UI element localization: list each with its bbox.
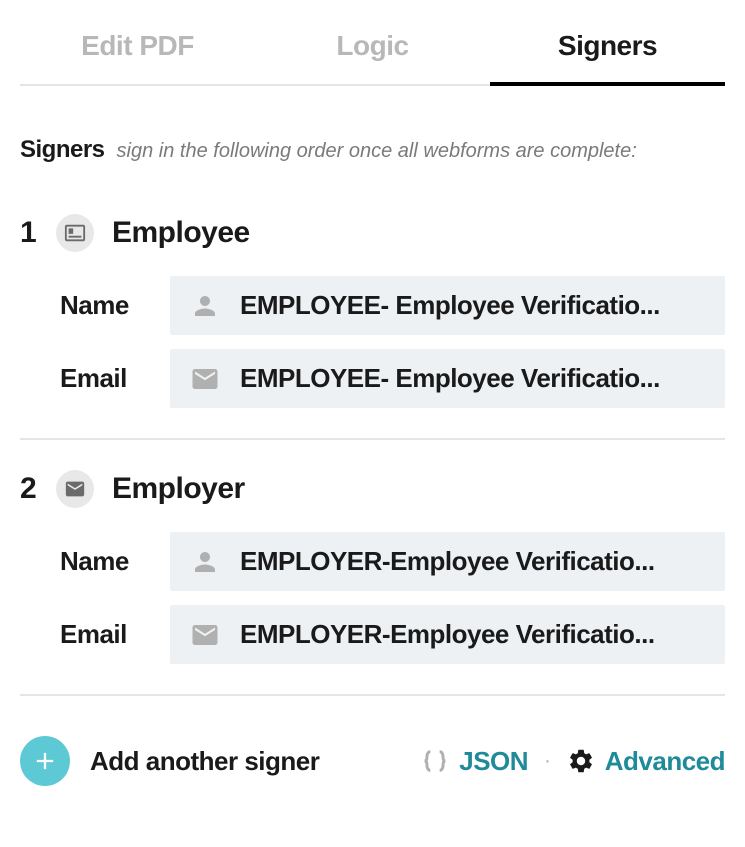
- email-field-row: Email EMPLOYEE- Employee Verificatio...: [60, 349, 725, 408]
- signer-name-label: Employer: [112, 472, 245, 506]
- divider: [20, 694, 725, 696]
- separator: ·: [540, 750, 555, 773]
- field-label-email: Email: [60, 363, 170, 394]
- json-link[interactable]: JSON: [421, 746, 528, 777]
- section-subtitle: sign in the following order once all web…: [117, 140, 637, 163]
- form-icon: [56, 214, 94, 252]
- footer-links: JSON · Advanced: [421, 746, 725, 777]
- advanced-link[interactable]: Advanced: [567, 746, 725, 777]
- field-label-name: Name: [60, 546, 170, 577]
- section-title: Signers: [20, 136, 105, 164]
- name-field-row: Name EMPLOYEE- Employee Verificatio...: [60, 276, 725, 335]
- envelope-icon: [190, 364, 220, 394]
- add-signer-label: Add another signer: [90, 746, 319, 777]
- email-field-value: EMPLOYER-Employee Verificatio...: [240, 619, 655, 650]
- plus-icon: [20, 736, 70, 786]
- divider: [20, 438, 725, 440]
- bottom-bar: Add another signer JSON · Advanced: [20, 726, 725, 786]
- signer-header-2: 2 Employer: [20, 470, 725, 508]
- add-signer-button[interactable]: Add another signer: [20, 736, 319, 786]
- person-icon: [190, 291, 220, 321]
- field-label-email: Email: [60, 619, 170, 650]
- email-field[interactable]: EMPLOYEE- Employee Verificatio...: [170, 349, 725, 408]
- signer-number: 2: [20, 472, 38, 506]
- email-field[interactable]: EMPLOYER-Employee Verificatio...: [170, 605, 725, 664]
- email-field-row: Email EMPLOYER-Employee Verificatio...: [60, 605, 725, 664]
- name-field-row: Name EMPLOYER-Employee Verificatio...: [60, 532, 725, 591]
- json-link-label: JSON: [459, 746, 528, 777]
- envelope-icon: [190, 620, 220, 650]
- field-label-name: Name: [60, 290, 170, 321]
- name-field[interactable]: EMPLOYER-Employee Verificatio...: [170, 532, 725, 591]
- signer-block-1: 1 Employee Name EMPLOYEE- Employee Verif…: [20, 214, 725, 408]
- signer-header-1: 1 Employee: [20, 214, 725, 252]
- signer-block-2: 2 Employer Name EMPLOYER-Employee Verifi…: [20, 470, 725, 664]
- advanced-link-label: Advanced: [605, 746, 725, 777]
- tabs-bar: Edit PDF Logic Signers: [20, 0, 725, 86]
- envelope-icon: [56, 470, 94, 508]
- email-field-value: EMPLOYEE- Employee Verificatio...: [240, 363, 660, 394]
- signer-number: 1: [20, 216, 38, 250]
- section-header: Signers sign in the following order once…: [20, 136, 725, 164]
- name-field[interactable]: EMPLOYEE- Employee Verificatio...: [170, 276, 725, 335]
- name-field-value: EMPLOYER-Employee Verificatio...: [240, 546, 655, 577]
- tab-logic[interactable]: Logic: [255, 0, 490, 84]
- signer-name-label: Employee: [112, 216, 250, 250]
- tab-edit-pdf[interactable]: Edit PDF: [20, 0, 255, 84]
- name-field-value: EMPLOYEE- Employee Verificatio...: [240, 290, 660, 321]
- person-icon: [190, 547, 220, 577]
- tab-signers[interactable]: Signers: [490, 0, 725, 86]
